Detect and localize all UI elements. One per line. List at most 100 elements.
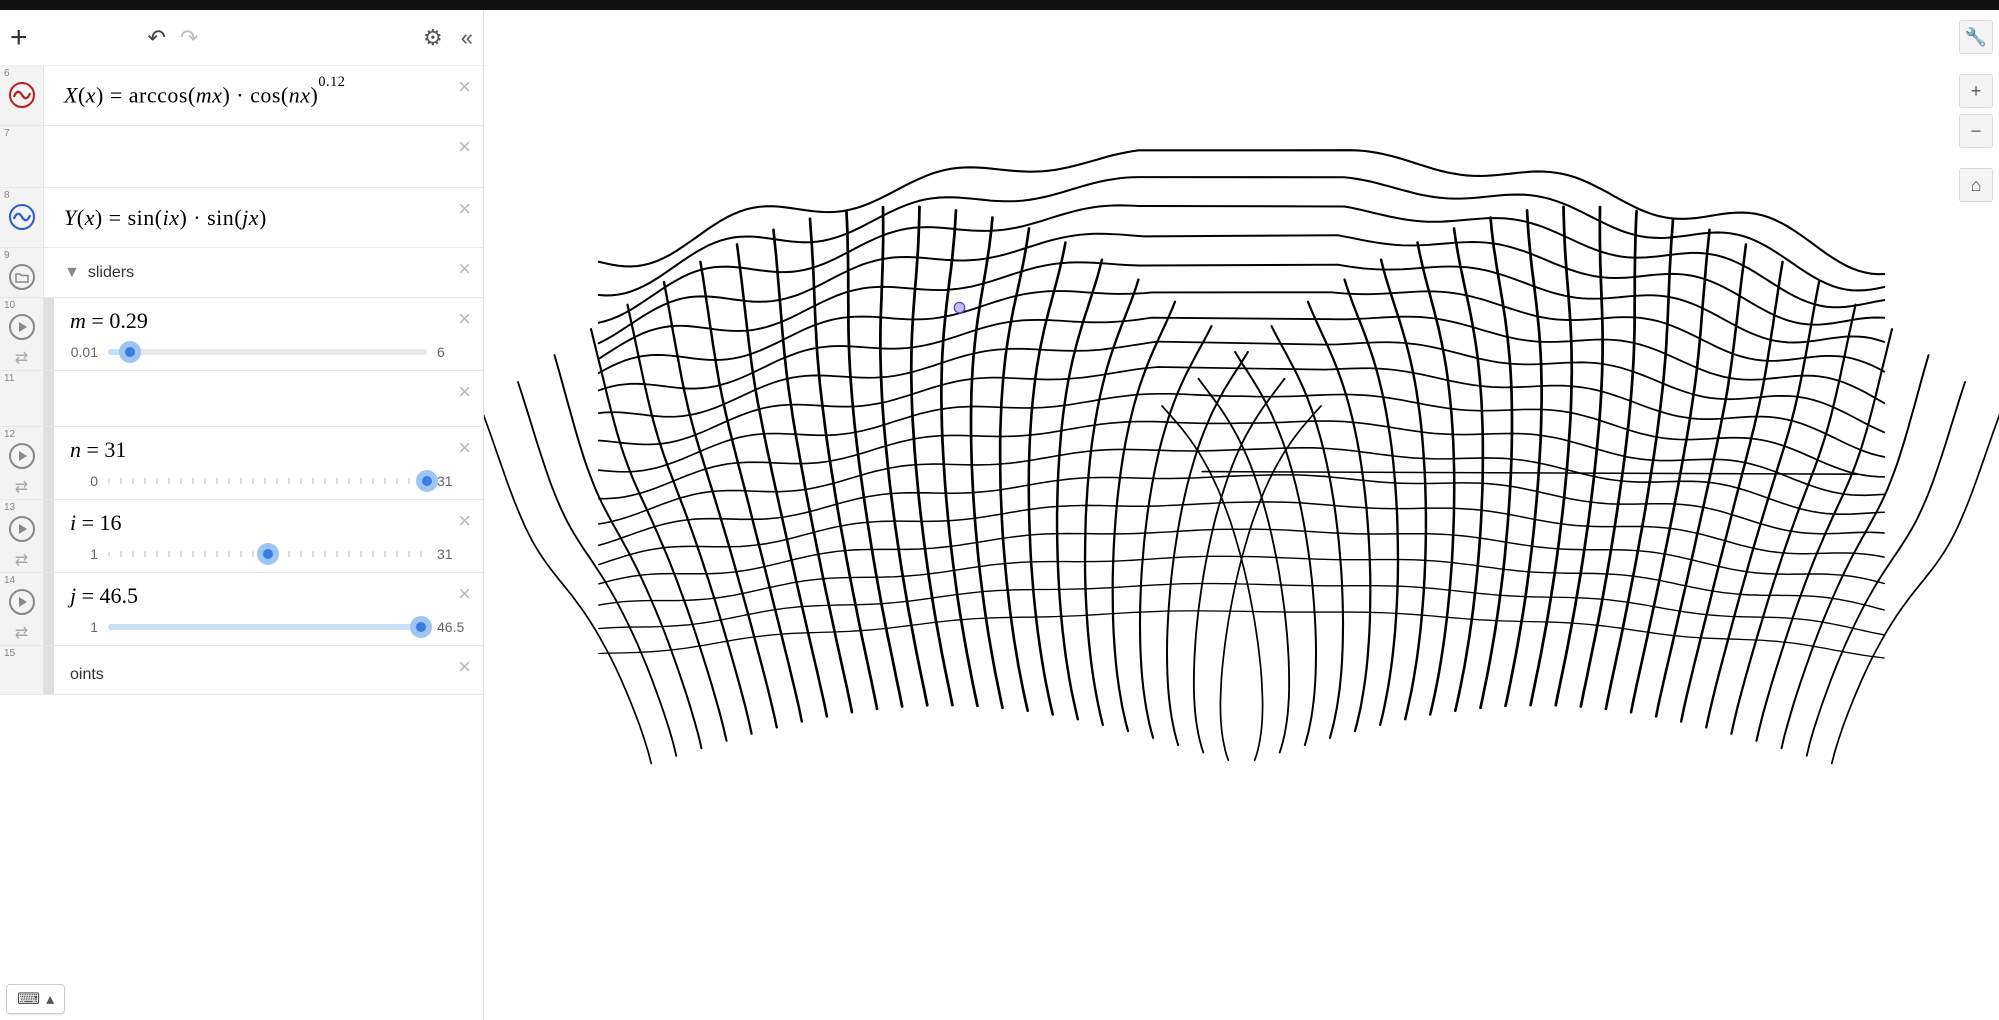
slider-value-label[interactable]: i = 16 — [70, 510, 465, 536]
curve-color-icon[interactable] — [9, 204, 35, 230]
row-gutter: 12 ⇄ — [0, 427, 44, 499]
slider-row[interactable]: 14 ⇄ × j = 46.5 1 46.5 — [0, 573, 483, 646]
row-gutter: 8 — [0, 188, 44, 247]
play-slider-button[interactable] — [9, 516, 35, 542]
folder-row[interactable]: 15 × oints — [0, 646, 483, 695]
expression-body[interactable]: × — [44, 126, 483, 187]
delete-row-button[interactable]: × — [458, 654, 471, 680]
delete-row-button[interactable]: × — [458, 435, 471, 461]
row-gutter: 6 — [0, 66, 44, 125]
loop-mode-icon[interactable]: ⇄ — [15, 348, 28, 368]
slider-value-label[interactable]: m = 0.29 — [70, 308, 465, 334]
row-number: 8 — [4, 190, 10, 201]
graph-svg — [484, 10, 1999, 1020]
delete-row-button[interactable]: × — [458, 508, 471, 534]
expression-row[interactable]: 6 × X(x) = arccos(mx) · cos(nx)0.12 — [0, 66, 483, 126]
slider-thumb[interactable] — [257, 543, 279, 565]
folder-name: oints — [70, 656, 465, 684]
slider-track[interactable] — [108, 478, 427, 484]
keypad-toggle-button[interactable]: ⌨ ▴ — [6, 984, 65, 1014]
expression-formula[interactable]: X(x) = arccos(mx) · cos(nx)0.12 — [64, 82, 465, 108]
row-number: 11 — [4, 373, 14, 384]
delete-row-button[interactable]: × — [458, 74, 471, 100]
expression-formula[interactable]: Y(x) = sin(ix) · sin(jx) — [64, 205, 465, 231]
folder-body[interactable]: × ▼ sliders — [44, 248, 483, 297]
play-slider-button[interactable] — [9, 314, 35, 340]
folder-name: sliders — [88, 264, 134, 282]
row-number: 12 — [4, 429, 15, 440]
undo-button[interactable]: ↶ — [148, 25, 166, 51]
graph-settings-button[interactable]: 🔧 — [1959, 20, 1993, 54]
delete-row-button[interactable]: × — [458, 379, 471, 405]
expression-row[interactable]: 7 × — [0, 126, 483, 188]
slider-value-label[interactable]: n = 31 — [70, 437, 465, 463]
slider-value-label[interactable]: j = 46.5 — [70, 583, 465, 609]
row-gutter: 11 — [0, 371, 44, 426]
slider-thumb[interactable] — [410, 616, 432, 638]
slider-row[interactable]: 13 ⇄ × i = 16 1 31 — [0, 500, 483, 573]
folder-body[interactable]: × oints — [44, 646, 483, 694]
window-top-bar — [0, 0, 1999, 10]
expression-body[interactable]: × X(x) = arccos(mx) · cos(nx)0.12 — [44, 66, 483, 125]
loop-mode-icon[interactable]: ⇄ — [15, 623, 28, 643]
row-gutter: 7 — [0, 126, 44, 187]
slider-max[interactable]: 31 — [437, 546, 465, 562]
settings-gear-icon[interactable]: ⚙ — [423, 25, 443, 51]
delete-row-button[interactable]: × — [458, 306, 471, 332]
delete-row-button[interactable]: × — [458, 581, 471, 607]
play-slider-button[interactable] — [9, 443, 35, 469]
slider-min[interactable]: 1 — [70, 546, 98, 562]
expression-row[interactable]: 8 × Y(x) = sin(ix) · sin(jx) — [0, 188, 483, 248]
slider-max[interactable]: 6 — [437, 344, 465, 360]
zoom-out-button[interactable]: − — [1959, 114, 1993, 148]
slider-body[interactable]: × m = 0.29 0.01 6 — [44, 298, 483, 370]
caret-down-icon[interactable]: ▼ — [64, 264, 80, 282]
slider-body[interactable]: × n = 31 0 31 — [44, 427, 483, 499]
slider-thumb[interactable] — [416, 470, 438, 492]
slider-min[interactable]: 1 — [70, 619, 98, 635]
collapse-panel-button[interactable]: « — [461, 25, 473, 51]
add-expression-button[interactable]: + — [10, 21, 28, 55]
folder-label[interactable]: ▼ sliders — [64, 264, 465, 282]
slider-track[interactable] — [108, 624, 427, 630]
row-gutter: 13 ⇄ — [0, 500, 44, 572]
graph-canvas[interactable]: 🔧 + − ⌂ — [484, 10, 1999, 1020]
zoom-in-button[interactable]: + — [1959, 74, 1993, 108]
slider-control[interactable]: 0 31 — [70, 473, 465, 489]
folder-icon[interactable] — [9, 264, 35, 290]
row-gutter: 9 — [0, 248, 44, 297]
slider-thumb[interactable] — [119, 341, 141, 363]
slider-min[interactable]: 0.01 — [70, 344, 98, 360]
row-gutter: 10 ⇄ — [0, 298, 44, 370]
expression-body[interactable]: × — [44, 371, 483, 426]
slider-track[interactable] — [108, 349, 427, 355]
curve-color-icon[interactable] — [9, 82, 35, 108]
slider-control[interactable]: 1 31 — [70, 546, 465, 562]
row-gutter: 14 ⇄ — [0, 573, 44, 645]
delete-row-button[interactable]: × — [458, 134, 471, 160]
redo-button[interactable]: ↷ — [180, 25, 198, 51]
slider-track[interactable] — [108, 551, 427, 557]
loop-mode-icon[interactable]: ⇄ — [15, 550, 28, 570]
keyboard-icon: ⌨ — [17, 989, 40, 1009]
row-number: 10 — [4, 300, 15, 311]
loop-mode-icon[interactable]: ⇄ — [15, 477, 28, 497]
slider-body[interactable]: × i = 16 1 31 — [44, 500, 483, 572]
delete-row-button[interactable]: × — [458, 256, 471, 282]
expression-body[interactable]: × Y(x) = sin(ix) · sin(jx) — [44, 188, 483, 247]
row-number: 7 — [4, 128, 10, 139]
slider-control[interactable]: 1 46.5 — [70, 619, 465, 635]
expression-row[interactable]: 11 × — [0, 371, 483, 427]
slider-max[interactable]: 31 — [437, 473, 465, 489]
slider-control[interactable]: 0.01 6 — [70, 344, 465, 360]
slider-row[interactable]: 12 ⇄ × n = 31 0 31 — [0, 427, 483, 500]
slider-row[interactable]: 10 ⇄ × m = 0.29 0.01 6 — [0, 298, 483, 371]
folder-row[interactable]: 9 × ▼ sliders — [0, 248, 483, 298]
home-button[interactable]: ⌂ — [1959, 168, 1993, 202]
play-slider-button[interactable] — [9, 589, 35, 615]
caret-up-icon: ▴ — [46, 989, 54, 1009]
delete-row-button[interactable]: × — [458, 196, 471, 222]
slider-body[interactable]: × j = 46.5 1 46.5 — [44, 573, 483, 645]
slider-max[interactable]: 46.5 — [437, 619, 465, 635]
slider-min[interactable]: 0 — [70, 473, 98, 489]
